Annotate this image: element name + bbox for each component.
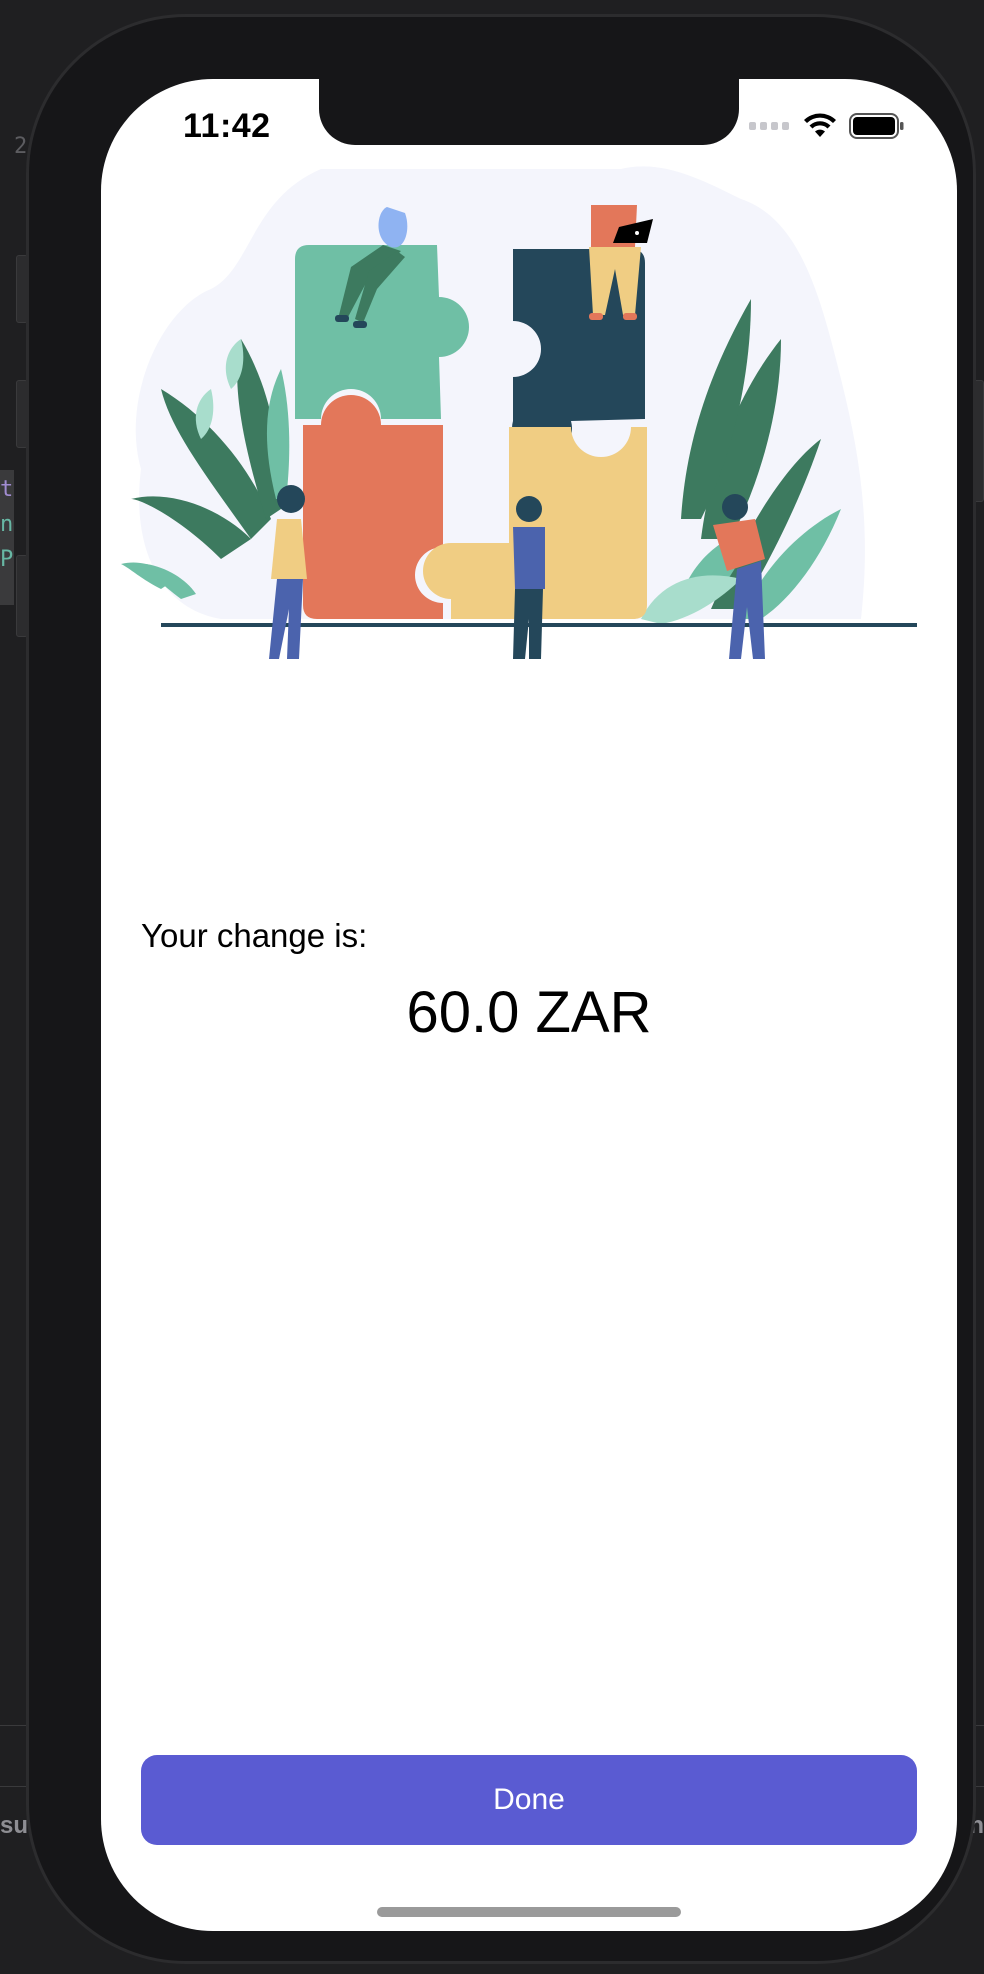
wifi-icon [804,113,836,137]
puzzle-team-illustration [121,166,917,659]
done-button[interactable]: Done [141,1755,917,1845]
editor-code-char: P [0,547,14,572]
status-icons [749,113,905,139]
change-label: Your change is: [141,917,368,954]
editor-code-char: n [0,512,14,537]
editor-line-number: 2 [14,134,28,159]
simulator-device-frame: 11:42 Your change is: 60.0 ZAR Done [26,14,976,1964]
done-button-label: Done [493,1783,565,1816]
home-indicator[interactable] [377,1907,681,1917]
editor-footer-text: su [0,1812,29,1839]
change-amount: 60.0 ZAR [406,980,652,1045]
status-bar: 11:42 [101,79,957,145]
cellular-signal-icon [749,122,789,130]
battery-icon [849,113,904,139]
editor-code-char: t [0,477,14,502]
editor-code-chars: t n P [0,472,13,577]
app-screen: 11:42 Your change is: 60.0 ZAR Done [101,79,957,1931]
status-time: 11:42 [183,107,271,145]
